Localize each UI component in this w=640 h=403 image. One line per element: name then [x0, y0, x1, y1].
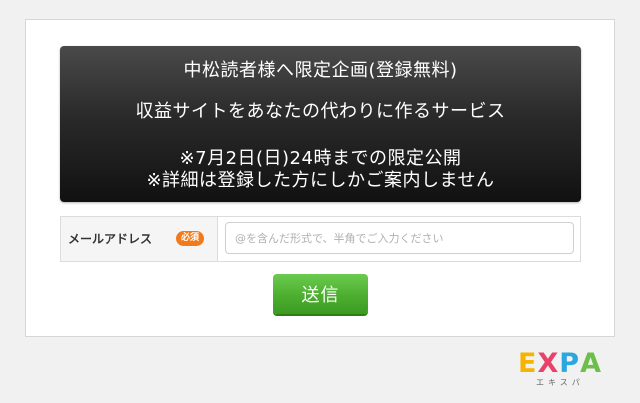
- email-form-row: メールアドレス 必須: [60, 216, 581, 262]
- logo-subtitle: エキスパ: [536, 378, 584, 387]
- page: 中松読者様へ限定企画(登録無料) 収益サイトをあなたの代わりに作るサービス ※7…: [0, 0, 640, 403]
- expa-logo: EXPA エキスパ: [518, 350, 608, 390]
- email-label-cell: メールアドレス 必須: [61, 217, 218, 261]
- banner-line-1: 中松読者様へ限定企画(登録無料): [183, 60, 458, 81]
- submit-button[interactable]: 送信: [273, 274, 368, 314]
- promo-banner: 中松読者様へ限定企画(登録無料) 収益サイトをあなたの代わりに作るサービス ※7…: [60, 46, 581, 202]
- email-label: メールアドレス: [68, 232, 153, 246]
- required-badge: 必須: [176, 231, 204, 246]
- logo-letter-x: X: [537, 348, 560, 379]
- banner-line-2: 収益サイトをあなたの代わりに作るサービス: [135, 101, 506, 122]
- banner-line-4: ※詳細は登録した方にしかご案内しません: [146, 170, 495, 191]
- logo-letter-a: A: [580, 348, 602, 379]
- logo-letter-e: E: [518, 348, 538, 379]
- banner-line-3: ※7月2日(日)24時までの限定公開: [179, 148, 462, 169]
- logo-wordmark: EXPA: [518, 350, 602, 378]
- email-input[interactable]: [225, 222, 574, 254]
- logo-letter-p: P: [559, 348, 581, 379]
